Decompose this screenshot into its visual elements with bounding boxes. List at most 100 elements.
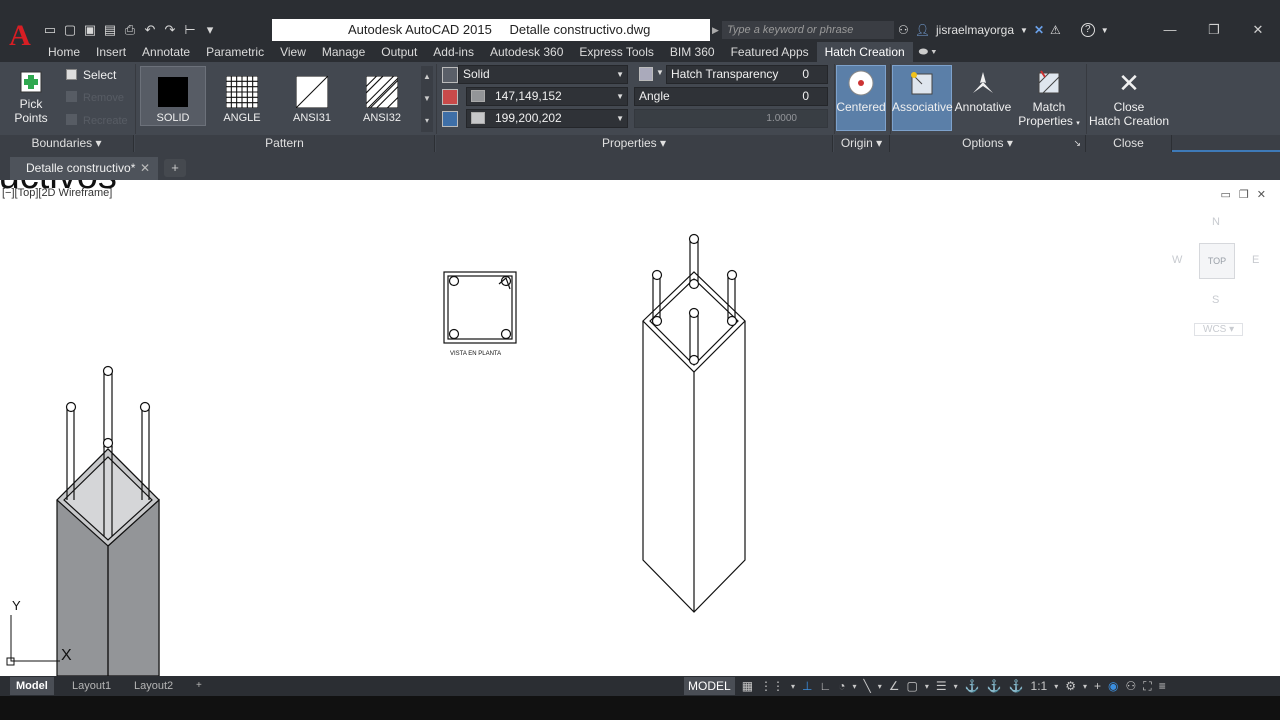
grid-icon[interactable]: ▦ bbox=[742, 679, 753, 693]
viewcube-west[interactable]: W bbox=[1172, 254, 1182, 266]
annotation-scale-icon[interactable]: ⚓ bbox=[1009, 679, 1024, 693]
tab-add-ins[interactable]: Add-ins bbox=[425, 42, 482, 62]
object-snap-tracking-icon[interactable]: ∠ bbox=[889, 679, 900, 693]
infer-constraints-icon[interactable]: ⊥ bbox=[802, 679, 812, 693]
save-as-icon[interactable]: ▤ bbox=[102, 22, 118, 38]
properties-panel-label[interactable]: Properties ▾ bbox=[436, 135, 833, 152]
tab-annotate[interactable]: Annotate bbox=[134, 42, 198, 62]
object-snap-dropdown-icon[interactable]: ▾ bbox=[925, 682, 929, 691]
origin-panel-label[interactable]: Origin ▾ bbox=[834, 135, 890, 152]
undo-icon[interactable]: ↶ bbox=[142, 22, 158, 38]
model-space-toggle[interactable]: MODEL bbox=[684, 677, 735, 695]
tab-hatch-creation[interactable]: Hatch Creation bbox=[816, 42, 913, 62]
tab-autodesk-360[interactable]: Autodesk 360 bbox=[482, 42, 571, 62]
viewcube-south[interactable]: S bbox=[1212, 294, 1219, 306]
hatch-color-dropdown[interactable]: 147,149,152 ▼ bbox=[466, 87, 628, 106]
tab-home[interactable]: Home bbox=[40, 42, 88, 62]
viewport-close-icon[interactable]: ✕ bbox=[1257, 188, 1266, 201]
match-properties-button[interactable]: Match Properties ▾ bbox=[1016, 69, 1082, 131]
snap-icon[interactable]: ⋮⋮ bbox=[760, 679, 784, 693]
viewcube-north[interactable]: N bbox=[1212, 216, 1220, 228]
match-properties-dropdown-icon[interactable]: ▾ bbox=[1076, 120, 1080, 127]
pattern-solid[interactable]: SOLID bbox=[140, 66, 206, 126]
tab-express-tools[interactable]: Express Tools bbox=[571, 42, 661, 62]
plot-icon[interactable]: ⎙ bbox=[122, 22, 138, 38]
close-window-icon[interactable]: ✕ bbox=[1236, 18, 1280, 42]
tab-featured-apps[interactable]: Featured Apps bbox=[723, 42, 817, 62]
viewport-minimize-icon[interactable]: ▭ bbox=[1221, 188, 1231, 201]
drawing-canvas[interactable]: ructivos VISTA EN PLANTA bbox=[0, 180, 1280, 676]
new-tab-button[interactable]: + bbox=[164, 159, 186, 177]
pick-points-button[interactable]: Pick Points bbox=[2, 70, 60, 125]
viewport-controls-label[interactable]: [−][Top][2D Wireframe] bbox=[2, 187, 112, 199]
tab-insert[interactable]: Insert bbox=[88, 42, 134, 62]
wcs-menu[interactable]: WCS ▾ bbox=[1194, 323, 1244, 336]
clean-screen-icon[interactable]: ⛶ bbox=[1143, 679, 1151, 694]
restore-icon[interactable]: ❐ bbox=[1192, 18, 1236, 42]
pattern-ansi32[interactable]: ANSI32 bbox=[349, 66, 415, 126]
snap-dropdown-icon[interactable]: ▾ bbox=[791, 682, 795, 691]
username[interactable]: jisraelmayorga bbox=[936, 23, 1014, 37]
hatch-transparency-field[interactable]: Hatch Transparency 0 bbox=[666, 65, 828, 84]
close-hatch-creation-button[interactable]: ✕ Close Hatch Creation bbox=[1086, 69, 1172, 128]
binoculars-icon[interactable]: ⚇ bbox=[898, 23, 909, 37]
help-icon[interactable]: ? bbox=[1080, 23, 1095, 37]
lineweight-dropdown-icon[interactable]: ▾ bbox=[954, 682, 958, 691]
close-tab-icon[interactable]: ✕ bbox=[140, 157, 150, 180]
qat-customize-icon[interactable]: ▾ bbox=[202, 22, 218, 38]
transparency-dropdown-icon[interactable]: ▼ bbox=[656, 68, 664, 77]
viewcube-top-face[interactable]: TOP bbox=[1199, 243, 1235, 279]
polar-icon[interactable]: ◔ bbox=[838, 679, 845, 693]
search-expand-icon[interactable]: ▶ bbox=[712, 21, 719, 39]
a360-icon[interactable]: ⚠ bbox=[1050, 23, 1061, 37]
ortho-icon[interactable]: ∟ bbox=[820, 679, 832, 693]
layout-tab-layout2[interactable]: Layout2 bbox=[128, 677, 179, 695]
background-color-dropdown[interactable]: 199,200,202 ▼ bbox=[466, 109, 628, 128]
object-snap-icon[interactable]: ▢ bbox=[907, 679, 918, 693]
user-icon[interactable]: 👤︎ bbox=[915, 23, 930, 37]
annotation-scale-value[interactable]: 1:1 bbox=[1031, 679, 1048, 693]
hardware-acceleration-icon[interactable]: ⚇ bbox=[1126, 679, 1137, 693]
search-input[interactable]: Type a keyword or phrase bbox=[722, 21, 894, 39]
match-icon[interactable]: ⊢ bbox=[182, 22, 198, 38]
redo-icon[interactable]: ↷ bbox=[162, 22, 178, 38]
viewcube-east[interactable]: E bbox=[1252, 254, 1259, 266]
new-layout-button[interactable]: + bbox=[190, 677, 208, 695]
isodraft-icon[interactable]: ╲ bbox=[864, 679, 871, 693]
annotation-monitor-icon[interactable]: + bbox=[1094, 679, 1101, 693]
boundaries-panel-label[interactable]: Boundaries ▾ bbox=[0, 135, 134, 152]
save-icon[interactable]: ▣ bbox=[82, 22, 98, 38]
exchange-apps-icon[interactable]: ✕ bbox=[1034, 23, 1044, 37]
select-button[interactable]: Select bbox=[66, 68, 116, 82]
auto-scale-icon[interactable]: ⚓ bbox=[987, 679, 1002, 693]
viewport-restore-icon[interactable]: ❐ bbox=[1239, 188, 1249, 201]
minimize-icon[interactable]: — bbox=[1148, 18, 1192, 42]
annotative-button[interactable]: Annotative bbox=[953, 69, 1013, 114]
annotation-scale-dropdown-icon[interactable]: ▾ bbox=[1054, 682, 1058, 691]
isodraft-dropdown-icon[interactable]: ▾ bbox=[878, 682, 882, 691]
customization-icon[interactable]: ≡ bbox=[1159, 679, 1166, 693]
lineweight-icon[interactable]: ☰ bbox=[936, 679, 947, 693]
ribbon-minimize-icon[interactable]: ⬬ ▾ bbox=[913, 46, 943, 59]
help-dropdown-icon[interactable]: ▼ bbox=[1101, 26, 1109, 35]
angle-field[interactable]: Angle 0 bbox=[634, 87, 828, 106]
tab-manage[interactable]: Manage bbox=[314, 42, 373, 62]
pattern-angle[interactable]: ANGLE bbox=[209, 66, 275, 126]
user-dropdown-icon[interactable]: ▼ bbox=[1020, 26, 1028, 35]
layout-tab-model[interactable]: Model bbox=[10, 677, 54, 695]
application-menu-button[interactable]: A bbox=[0, 0, 40, 62]
options-panel-label[interactable]: Options ▾ ↘ bbox=[890, 135, 1086, 152]
tab-bim-360[interactable]: BIM 360 bbox=[662, 42, 723, 62]
workspace-gear-icon[interactable]: ⚙ bbox=[1065, 679, 1076, 693]
hatch-type-dropdown[interactable]: Solid ▼ bbox=[458, 65, 628, 84]
pattern-scroll[interactable]: ▲ ▼ ▾ bbox=[421, 66, 433, 132]
open-file-icon[interactable]: ▢ bbox=[62, 22, 78, 38]
isolate-objects-icon[interactable]: ◉ bbox=[1108, 679, 1118, 693]
annotation-visibility-icon[interactable]: ⚓ bbox=[965, 679, 980, 693]
layout-tab-layout1[interactable]: Layout1 bbox=[66, 677, 117, 695]
pattern-ansi31[interactable]: ANSI31 bbox=[279, 66, 345, 126]
document-tab[interactable]: Detalle constructivo* ✕ bbox=[10, 157, 158, 180]
tab-output[interactable]: Output bbox=[373, 42, 425, 62]
new-file-icon[interactable]: ▭ bbox=[42, 22, 58, 38]
options-launcher-icon[interactable]: ↘ bbox=[1073, 135, 1081, 152]
